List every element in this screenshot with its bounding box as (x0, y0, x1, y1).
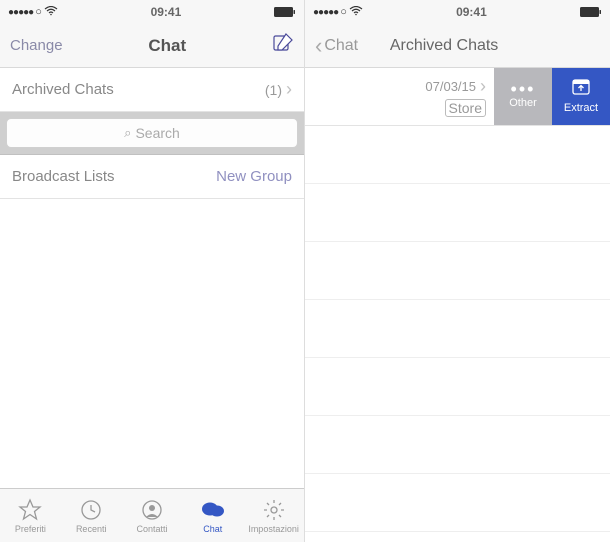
search-placeholder: Search (135, 125, 179, 141)
archived-count: (1) (265, 82, 282, 98)
new-group-button[interactable]: New Group (216, 168, 292, 185)
phone-right: ●●●●● ○ 09:41 ‹ Chat Archived Chats (305, 0, 610, 542)
nav-bar: Change Chat (0, 24, 304, 68)
archived-item-date: 07/03/15 (425, 79, 476, 94)
list-item (305, 242, 610, 300)
broadcast-lists-label[interactable]: Broadcast Lists (12, 168, 115, 185)
tab-preferiti[interactable]: Preferiti (0, 489, 61, 542)
battery-icon (274, 7, 296, 17)
status-time: 09:41 (151, 5, 182, 19)
list-item (305, 474, 610, 532)
extract-icon (572, 79, 590, 98)
tab-contatti[interactable]: Contatti (122, 489, 183, 542)
archived-item-store: Store (445, 99, 486, 117)
broadcast-lists-row: Broadcast Lists New Group (0, 155, 304, 199)
swipe-action-other[interactable]: ••• Other (494, 68, 552, 125)
nav-bar: ‹ Chat Archived Chats (305, 24, 610, 68)
status-bar: ●●●●● ○ 09:41 (305, 0, 610, 24)
more-icon: ••• (511, 85, 536, 93)
wifi-icon (349, 6, 363, 19)
archived-chats-label: Archived Chats (12, 81, 114, 98)
signal-dots: ●●●●● (8, 7, 33, 18)
archived-item-content: 07/03/15 › Store (305, 68, 494, 125)
change-button[interactable]: Change (10, 37, 63, 54)
tab-recenti[interactable]: Recenti (61, 489, 122, 542)
search-wrap: ⌕ Search (0, 112, 304, 155)
tab-label: Chat (203, 524, 222, 534)
tab-label: Contatti (136, 524, 167, 534)
chevron-left-icon: ‹ (315, 33, 322, 59)
compose-icon[interactable] (272, 32, 294, 59)
list-item (305, 126, 610, 184)
search-icon: ⌕ (124, 125, 131, 141)
list-item (305, 416, 610, 474)
archived-item-row[interactable]: 07/03/15 › Store ••• Other Extract (305, 68, 610, 126)
carrier-circle: ○ (35, 6, 42, 18)
back-button[interactable]: ‹ Chat (315, 33, 358, 59)
swipe-action-extract[interactable]: Extract (552, 68, 610, 125)
tab-label: Recenti (76, 524, 107, 534)
chevron-right-icon: › (286, 79, 292, 100)
swipe-action-label: Other (509, 97, 537, 109)
battery-icon (580, 7, 602, 17)
list-item (305, 358, 610, 416)
tab-label: Impostazioni (248, 524, 299, 534)
status-time: 09:41 (456, 5, 487, 19)
nav-title: Chat (148, 36, 186, 56)
empty-chat-area (0, 199, 304, 488)
list-item (305, 184, 610, 242)
status-bar: ●●●●● ○ 09:41 (0, 0, 304, 24)
swipe-action-label: Extract (564, 102, 598, 114)
wifi-icon (44, 6, 58, 19)
carrier-circle: ○ (340, 6, 347, 18)
list-item (305, 300, 610, 358)
tab-bar: Preferiti Recenti Contatti Chat Impostaz… (0, 488, 304, 542)
nav-title: Archived Chats (390, 37, 499, 55)
phone-left: ●●●●● ○ 09:41 Change Chat (0, 0, 305, 542)
search-input[interactable]: ⌕ Search (6, 118, 298, 148)
back-label: Chat (324, 37, 358, 55)
signal-dots: ●●●●● (313, 7, 338, 18)
tab-label: Preferiti (15, 524, 46, 534)
chevron-right-icon: › (480, 76, 486, 97)
tab-chat[interactable]: Chat (182, 489, 243, 542)
tab-impostazioni[interactable]: Impostazioni (243, 489, 304, 542)
archived-chats-row[interactable]: Archived Chats (1) › (0, 68, 304, 112)
